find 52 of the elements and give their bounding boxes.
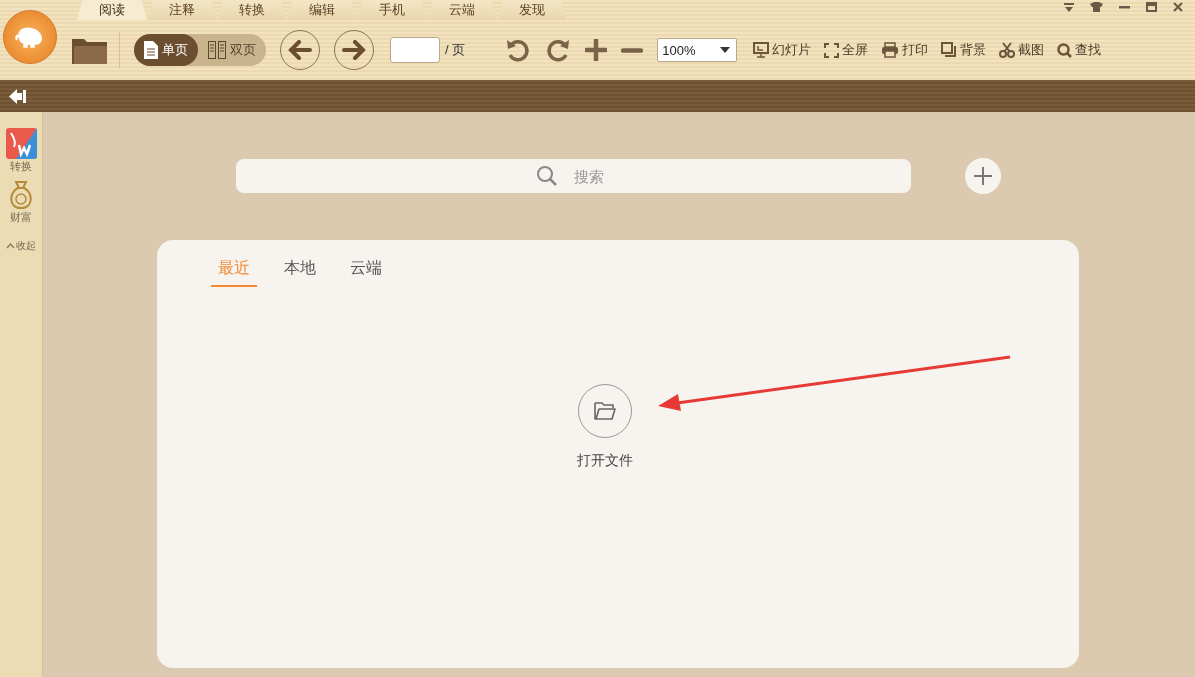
search-field[interactable]: 搜索 — [236, 159, 911, 193]
folder-icon — [593, 401, 617, 421]
plus-icon — [973, 166, 993, 186]
dropdown-icon[interactable] — [1064, 2, 1074, 12]
shirt-icon[interactable] — [1090, 2, 1103, 12]
page-icon — [144, 41, 158, 59]
fullscreen-button[interactable]: 全屏 — [824, 41, 869, 59]
printer-icon — [881, 42, 900, 58]
layers-icon — [941, 42, 958, 58]
menu-tab[interactable]: 编辑 — [287, 0, 357, 20]
page-number-field[interactable] — [390, 37, 440, 63]
view-mode-button[interactable]: 单页 — [134, 34, 198, 66]
search-icon — [536, 165, 558, 187]
sidebar-item[interactable]: 财富 — [10, 210, 32, 225]
close-icon[interactable] — [1173, 2, 1183, 12]
add-button[interactable] — [965, 158, 1001, 194]
search-button[interactable]: 查找 — [1057, 41, 1102, 59]
menu-tab[interactable]: 阅读 — [77, 0, 147, 20]
page-suffix: / 页 — [445, 41, 466, 59]
background-button[interactable]: 背景 — [941, 41, 987, 59]
view-mode-button[interactable]: 双页 — [198, 34, 266, 66]
minimize-icon[interactable] — [1119, 5, 1130, 9]
pdf-to-word-icon[interactable] — [5, 128, 37, 159]
projector-icon — [753, 42, 770, 58]
collapse-panel-icon[interactable] — [9, 88, 26, 104]
caret-up-icon — [6, 243, 15, 249]
menu-tab[interactable]: 发现 — [497, 0, 567, 20]
rotate-right-icon[interactable] — [545, 37, 572, 63]
menu-tab[interactable]: 手机 — [357, 0, 427, 20]
library-tab[interactable]: 本地 — [277, 256, 323, 287]
search-icon — [1057, 42, 1073, 58]
rotate-left-icon[interactable] — [505, 37, 532, 63]
menu-tab[interactable]: 转换 — [217, 0, 287, 20]
back-arrow-icon — [288, 40, 312, 60]
slideshow-button[interactable]: 幻灯片 — [753, 41, 812, 59]
zoom-dropdown[interactable]: 100% — [657, 38, 738, 62]
open-file-label: 打开文件 — [577, 452, 633, 470]
menu-tab[interactable]: 云端 — [427, 0, 497, 20]
collapse-button[interactable]: 收起 — [6, 239, 36, 253]
fullscreen-icon — [824, 42, 840, 58]
screenshot-button[interactable]: 截图 — [999, 41, 1045, 59]
scissors-icon — [999, 42, 1016, 58]
maximize-icon[interactable] — [1146, 2, 1157, 12]
sidebar-item[interactable]: 转换 — [10, 159, 32, 174]
menu-tab[interactable]: 注释 — [147, 0, 217, 20]
zoom-in-icon[interactable] — [585, 39, 608, 61]
print-button[interactable]: 打印 — [881, 41, 929, 59]
library-tab[interactable]: 云端 — [343, 256, 389, 287]
caret-icon — [720, 47, 731, 53]
forward-arrow-icon — [342, 40, 366, 60]
zoom-out-icon[interactable] — [621, 47, 644, 53]
two-pages-icon — [208, 41, 226, 59]
